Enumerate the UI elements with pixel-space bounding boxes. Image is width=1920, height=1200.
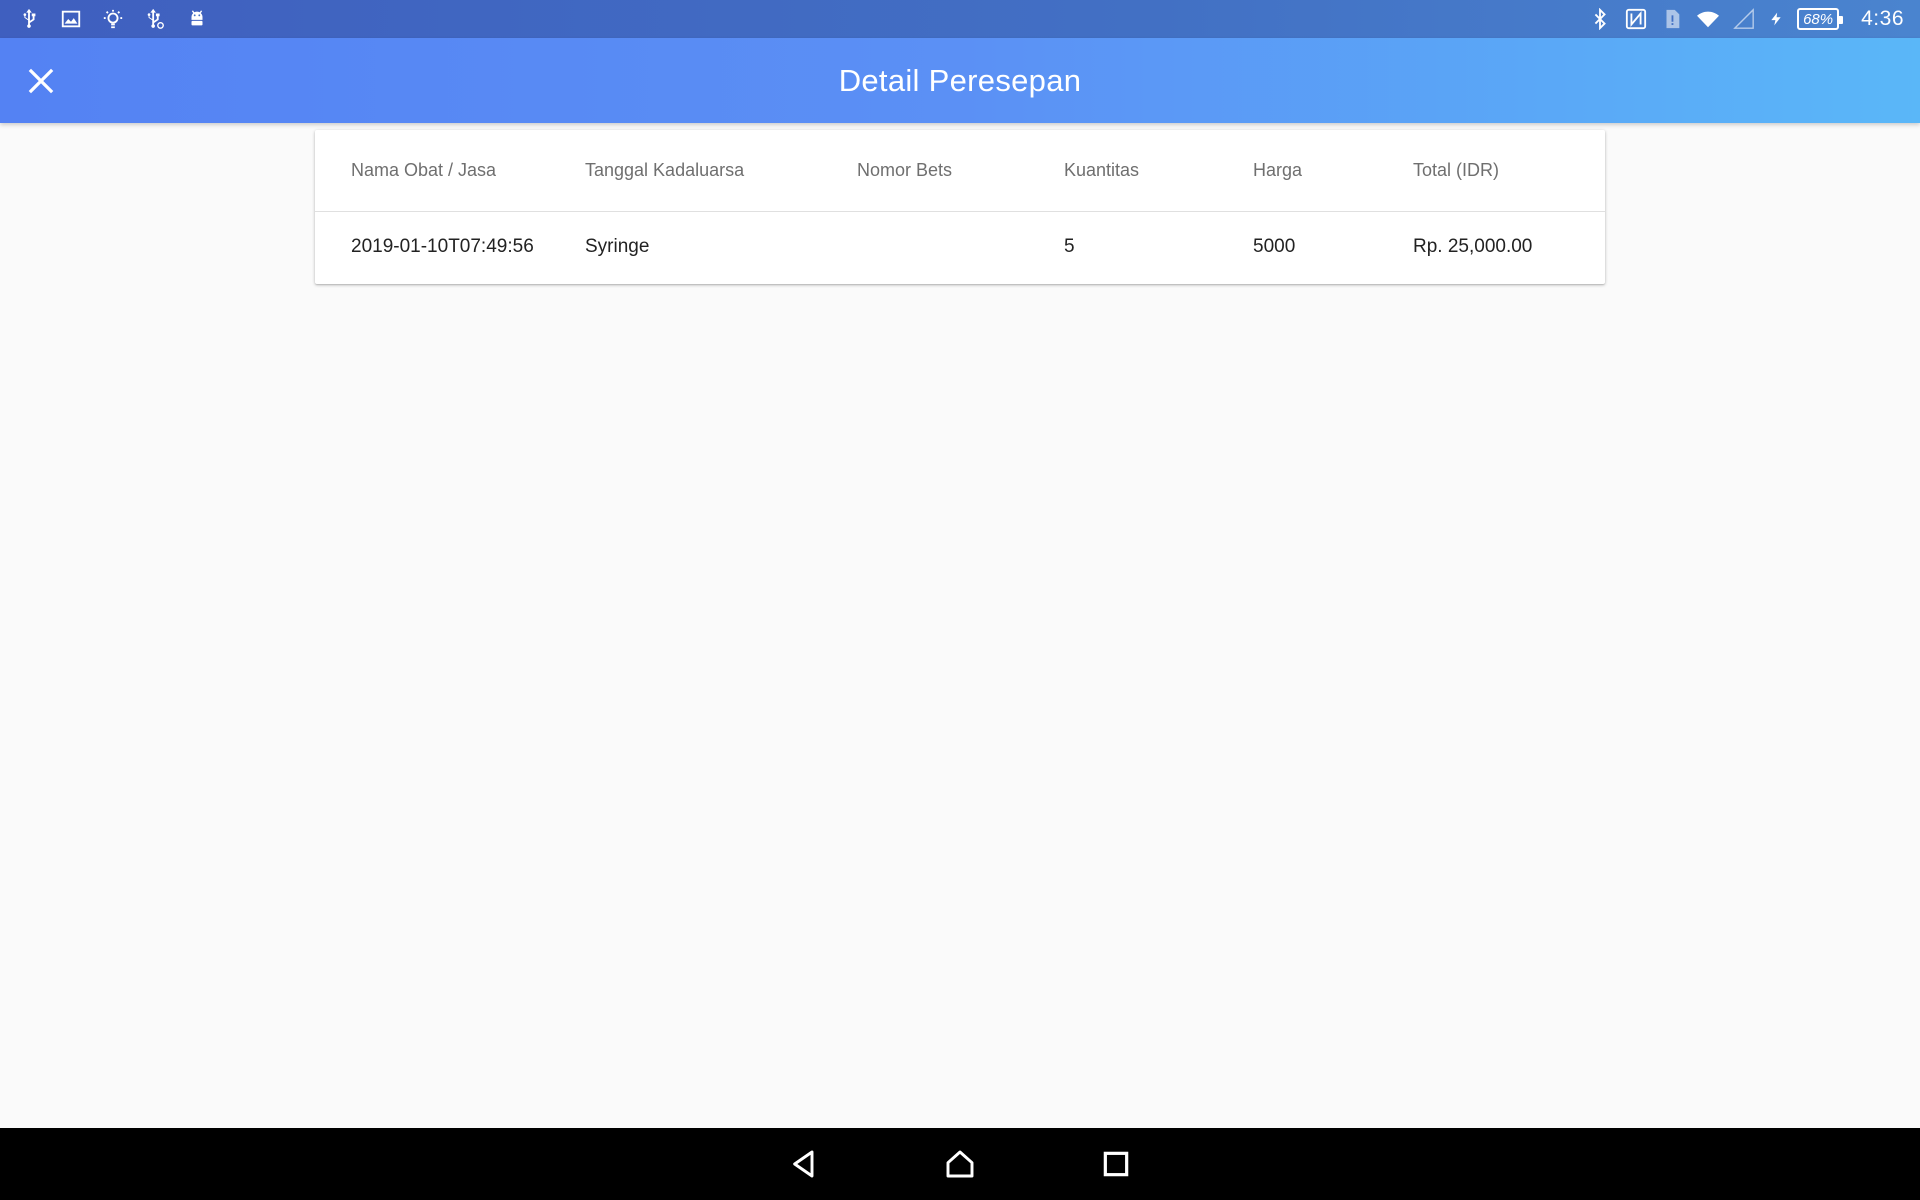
table-header-row: Nama Obat / Jasa Tanggal Kadaluarsa Nomo… (315, 130, 1605, 212)
column-header-harga: Harga (1253, 130, 1413, 212)
column-header-nomor-bets: Nomor Bets (857, 130, 1064, 212)
status-left-icons (18, 8, 208, 30)
app-bar: Detail Peresepan (0, 38, 1920, 123)
column-header-tanggal-kadaluarsa: Tanggal Kadaluarsa (585, 130, 857, 212)
back-button[interactable] (785, 1145, 823, 1183)
status-bar: 68% 4:36 (0, 0, 1920, 38)
recents-button[interactable] (1097, 1145, 1135, 1183)
home-button[interactable] (941, 1145, 979, 1183)
status-right-icons: 68% 4:36 (1589, 7, 1904, 31)
wifi-icon (1697, 8, 1720, 30)
column-header-kuantitas: Kuantitas (1064, 130, 1253, 212)
cell-nama-obat: 2019-01-10T07:49:56 (351, 236, 534, 258)
column-header-total: Total (IDR) (1413, 130, 1605, 212)
status-clock: 4:36 (1861, 7, 1904, 30)
cell-harga: 5000 (1253, 236, 1296, 258)
lightbulb-icon (102, 8, 124, 30)
home-icon (946, 1150, 974, 1178)
usb-debug-icon (144, 8, 166, 30)
cell-kuantitas: 5 (1064, 236, 1075, 258)
android-icon (186, 8, 208, 30)
nfc-icon (1625, 8, 1647, 30)
signal-icon (1733, 8, 1755, 30)
prescription-table: Nama Obat / Jasa Tanggal Kadaluarsa Nomo… (315, 130, 1605, 283)
usb-icon (18, 8, 40, 30)
back-icon (793, 1150, 814, 1178)
charging-icon (1769, 8, 1783, 30)
sim-alert-icon (1661, 8, 1683, 30)
navigation-bar (0, 1128, 1920, 1200)
cell-tanggal-kadaluarsa: Syringe (585, 236, 650, 258)
cell-nomor-bets (857, 211, 1064, 283)
page-title: Detail Peresepan (838, 62, 1082, 98)
cell-total: Rp. 25,000.00 (1413, 236, 1533, 258)
close-button[interactable] (18, 58, 64, 104)
close-icon (28, 68, 54, 94)
column-header-nama-obat: Nama Obat / Jasa (315, 130, 585, 212)
prescription-table-card: Nama Obat / Jasa Tanggal Kadaluarsa Nomo… (315, 130, 1605, 284)
bluetooth-icon (1589, 8, 1611, 30)
image-icon (60, 8, 82, 30)
battery-indicator: 68% (1797, 8, 1844, 30)
table-row[interactable]: 2019-01-10T07:49:56 Syringe 5 5000 Rp. 2… (315, 211, 1605, 283)
recents-icon (1103, 1151, 1129, 1177)
